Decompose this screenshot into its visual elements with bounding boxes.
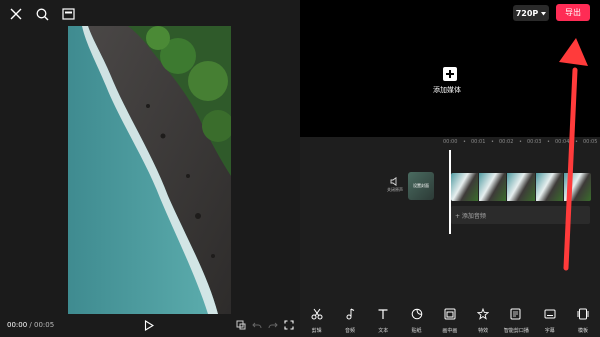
tool-label: 画中画	[442, 328, 458, 334]
ruler-tick: 00:01	[471, 139, 486, 145]
music-note-icon	[344, 305, 356, 324]
tool-smart-cut[interactable]: 智能剪口播	[500, 305, 533, 335]
time-display: 00:00 / 00:05	[7, 321, 54, 329]
tool-effects[interactable]: 特效	[466, 305, 499, 335]
text-icon	[377, 305, 389, 324]
close-icon[interactable]	[8, 6, 24, 22]
keyframe-icon[interactable]	[236, 320, 246, 332]
current-time: 00:00	[7, 321, 28, 329]
time-separator: /	[27, 321, 34, 329]
ruler-tick: •	[519, 139, 522, 145]
player-right-controls	[236, 320, 294, 332]
ruler-tick: 00:00	[443, 139, 458, 145]
video-preview[interactable]	[68, 26, 231, 314]
add-audio-label: + 添加音频	[455, 212, 486, 220]
resolution-dropdown[interactable]: 720P	[513, 5, 549, 21]
sticker-icon	[411, 305, 423, 324]
template-icon	[577, 305, 589, 324]
tool-label: 音频	[344, 328, 355, 334]
total-time: 00:05	[34, 321, 55, 329]
tool-subtitle[interactable]: 字幕	[533, 305, 566, 335]
tool-label: 剪辑	[311, 328, 322, 334]
tool-label: 模板	[578, 328, 589, 334]
caret-down-icon	[541, 9, 547, 18]
ruler-tick: 00:03	[527, 139, 542, 145]
bottom-toolbar: 剪辑 音频 文本 贴纸 画中画 特效 智能剪口播 字幕 模板	[300, 305, 600, 335]
tool-picture-in-picture[interactable]: 画中画	[433, 305, 466, 335]
tool-audio[interactable]: 音频	[333, 305, 366, 335]
effects-star-icon	[476, 305, 490, 324]
ruler-tick: •	[491, 139, 494, 145]
plus-icon	[443, 67, 457, 81]
add-media-button[interactable]: 添加媒体	[433, 67, 467, 95]
tool-label: 智能剪口播	[503, 328, 529, 334]
tool-label: 文本	[378, 328, 389, 334]
scissors-icon	[311, 305, 323, 324]
preview-panel: 00:00 / 00:05	[0, 0, 300, 337]
subtitle-icon	[544, 305, 556, 324]
ruler-tick: 00:04	[555, 139, 570, 145]
tool-template[interactable]: 模板	[566, 305, 599, 335]
search-icon[interactable]	[34, 6, 50, 22]
ruler-tick: •	[547, 139, 550, 145]
clip-thumbnail	[507, 173, 536, 201]
player-controls: 00:00 / 00:05	[0, 318, 300, 334]
video-clip[interactable]	[451, 173, 591, 201]
add-media-label: 添加媒体	[433, 86, 461, 94]
tool-sticker[interactable]: 贴纸	[400, 305, 433, 335]
tool-label: 字幕	[544, 328, 555, 334]
resolution-label: 720P	[515, 8, 539, 18]
timeline-ruler: 00:00 • 00:01 • 00:02 • 00:03 • 00:04 • …	[440, 139, 600, 147]
clip-thumbnail	[535, 173, 564, 201]
top-icon-bar	[8, 6, 76, 22]
ruler-tick: •	[463, 139, 466, 145]
tool-label: 贴纸	[411, 328, 422, 334]
ruler-tick: 00:05	[583, 139, 598, 145]
clip-thumbnail	[479, 173, 508, 201]
redo-icon[interactable]	[268, 320, 278, 332]
fullscreen-icon[interactable]	[284, 320, 294, 332]
tool-edit[interactable]: 剪辑	[300, 305, 333, 335]
ruler-tick: •	[575, 139, 578, 145]
tool-text[interactable]: 文本	[367, 305, 400, 335]
cover-label: 设置封面	[413, 183, 429, 188]
add-audio-button[interactable]: + 添加音频	[451, 206, 590, 224]
clip-thumbnail	[563, 173, 591, 201]
ruler-tick: 00:02	[499, 139, 514, 145]
play-icon[interactable]	[144, 320, 155, 333]
picture-in-picture-icon	[444, 305, 456, 324]
smart-cut-icon	[510, 305, 522, 324]
export-label: 导出	[565, 8, 581, 17]
layout-icon[interactable]	[60, 6, 76, 22]
clip-thumbnail	[451, 173, 480, 201]
export-button[interactable]: 导出	[556, 4, 590, 21]
mute-original-audio-button[interactable]: 关闭原声	[382, 176, 408, 193]
set-cover-button[interactable]: 设置封面	[408, 172, 434, 200]
undo-icon[interactable]	[252, 320, 262, 332]
mute-label: 关闭原声	[387, 187, 403, 192]
playhead[interactable]	[449, 150, 451, 234]
tool-label: 特效	[478, 328, 489, 334]
